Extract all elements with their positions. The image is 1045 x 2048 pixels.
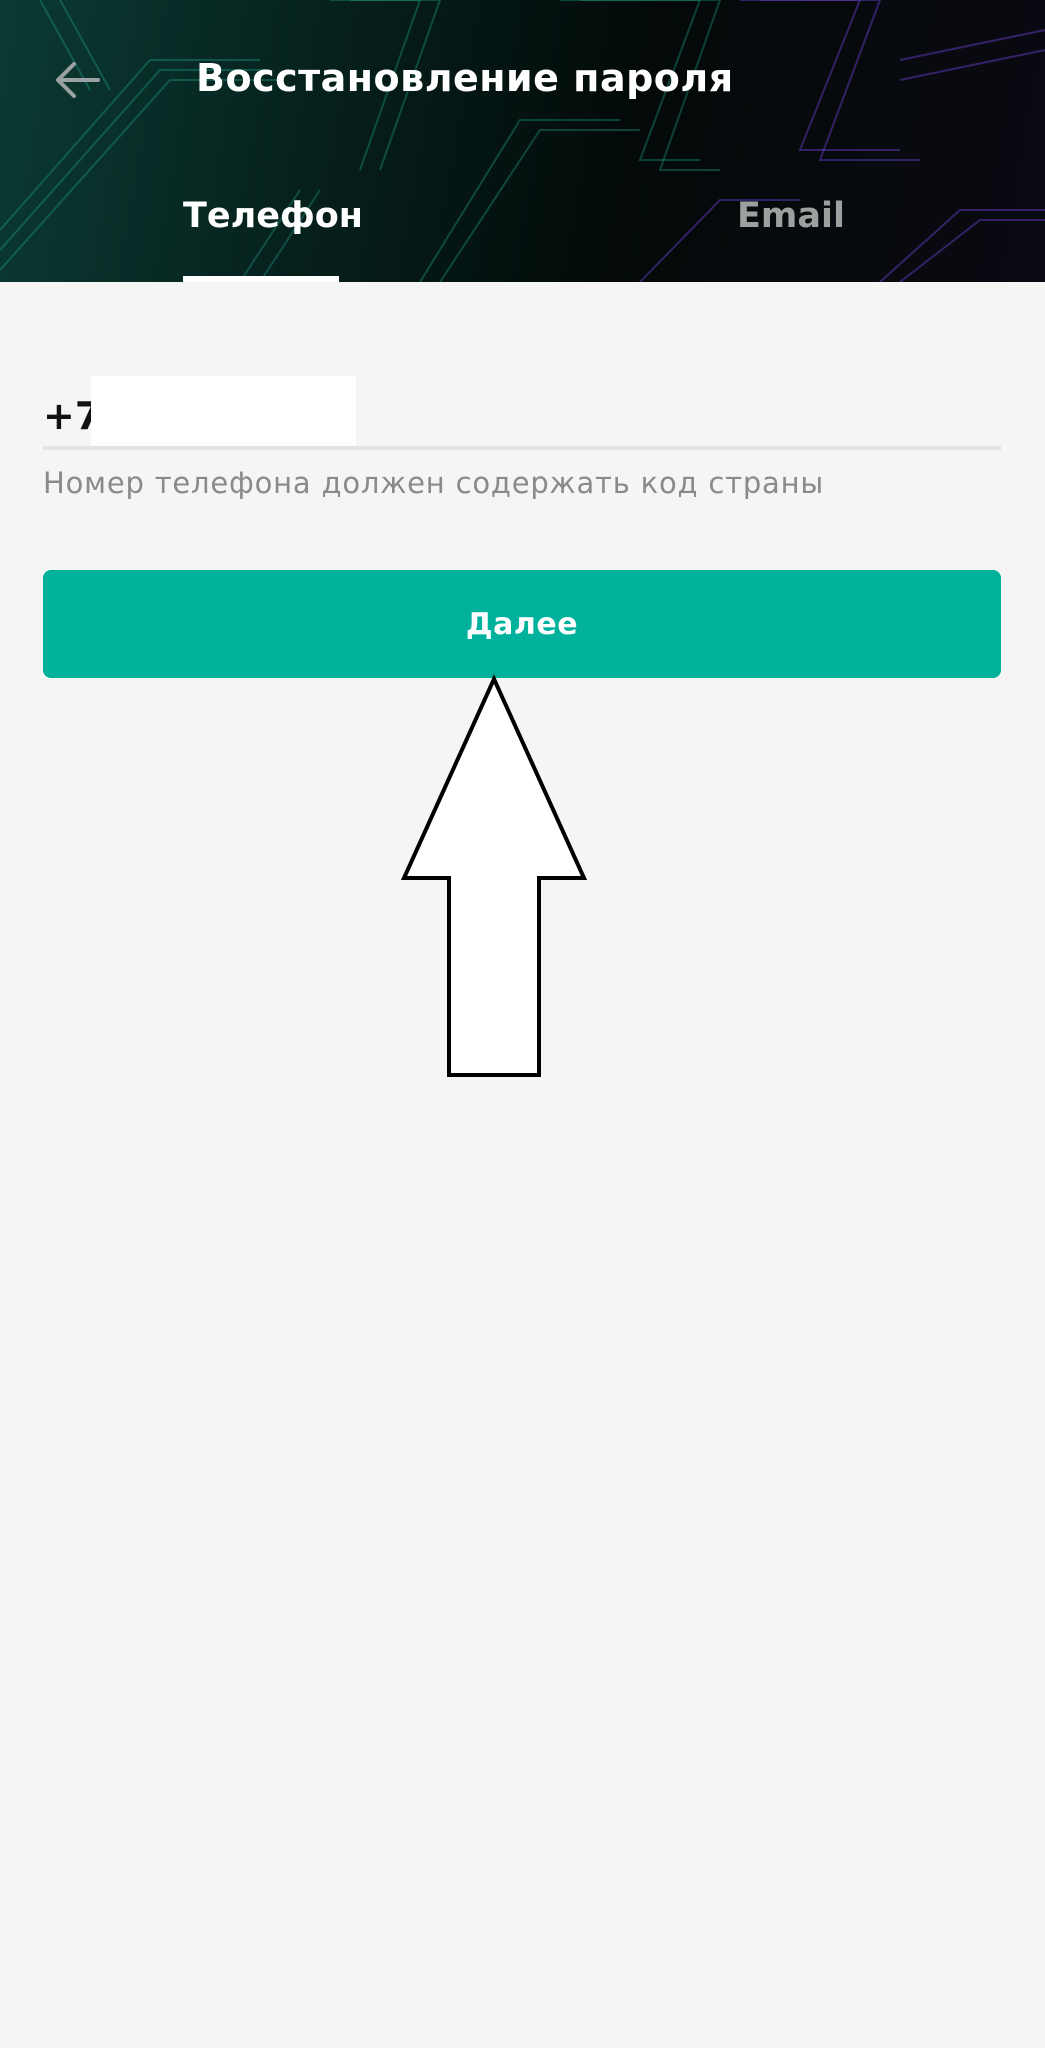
- phone-input[interactable]: +7: [43, 376, 1001, 448]
- next-button[interactable]: Далее: [43, 570, 1001, 678]
- password-recovery-screen: Восстановление пароля Телефон Email +7 Н…: [0, 0, 1045, 2048]
- page-title: Восстановление пароля: [196, 56, 734, 100]
- arrow-left-icon: [56, 62, 100, 98]
- phone-number-field[interactable]: [91, 376, 356, 448]
- back-button[interactable]: [40, 50, 112, 110]
- header-pattern: [0, 0, 1045, 282]
- tab-phone[interactable]: Телефон: [183, 196, 363, 236]
- phone-hint: Номер телефона должен содержать код стра…: [43, 466, 825, 500]
- phone-input-underline: [43, 446, 1001, 450]
- active-tab-indicator: [183, 276, 339, 282]
- header: Восстановление пароля Телефон Email: [0, 0, 1045, 282]
- tab-email[interactable]: Email: [737, 196, 845, 236]
